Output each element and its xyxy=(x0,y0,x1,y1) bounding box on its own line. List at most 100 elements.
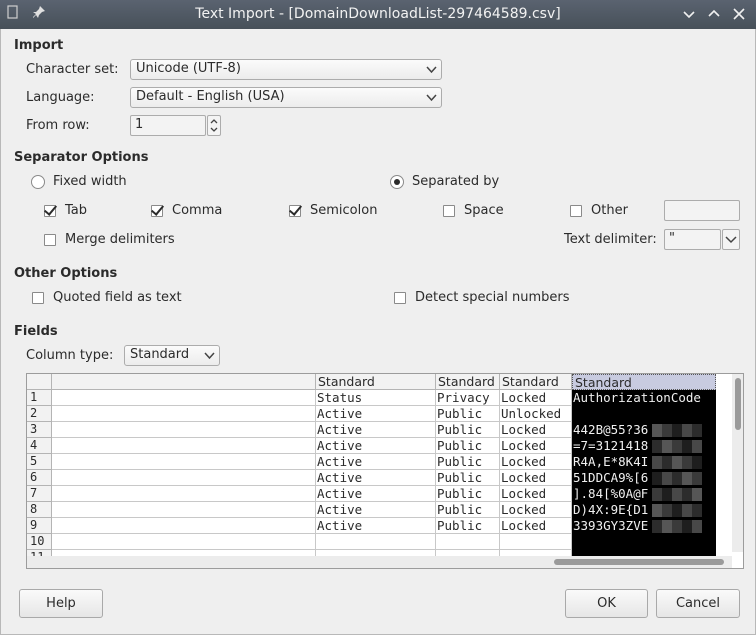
redaction-block xyxy=(662,520,672,533)
quoted-field-label: Quoted field as text xyxy=(53,290,182,305)
detect-special-checkbox[interactable] xyxy=(394,292,406,304)
table-cell: Locked xyxy=(500,518,572,534)
charset-label: Character set: xyxy=(26,62,119,77)
window-title: Text Import - [DomainDownloadList-297464… xyxy=(195,6,561,22)
table-cell: Locked xyxy=(500,454,572,470)
chevron-down-icon xyxy=(725,236,737,244)
table-cell: Active xyxy=(316,406,436,422)
table-cell: Locked xyxy=(500,390,572,406)
fixed-width-radio[interactable] xyxy=(31,175,45,189)
from-row-label: From row: xyxy=(26,118,90,133)
horizontal-scroll-thumb[interactable] xyxy=(554,559,724,565)
column-header[interactable]: Standard xyxy=(572,374,716,390)
redaction-block xyxy=(652,504,662,517)
table-cell xyxy=(52,534,316,550)
column-header[interactable]: Standard xyxy=(316,374,436,390)
table-cell xyxy=(500,534,572,550)
table-cell: Public xyxy=(436,486,500,502)
separated-by-radio[interactable] xyxy=(390,175,404,189)
redaction-block xyxy=(692,504,702,517)
help-button[interactable]: Help xyxy=(19,589,103,618)
redaction-block xyxy=(692,440,702,453)
table-cell: Active xyxy=(316,470,436,486)
redaction-block xyxy=(662,456,672,469)
row-number: 9 xyxy=(27,518,52,534)
table-cell: Public xyxy=(436,422,500,438)
quoted-field-checkbox[interactable] xyxy=(32,292,44,304)
text-delimiter-dropdown[interactable] xyxy=(722,229,740,250)
from-row-stepper[interactable] xyxy=(207,115,221,136)
title-bar: Text Import - [DomainDownloadList-297464… xyxy=(0,0,756,29)
redaction-block xyxy=(672,504,682,517)
maximize-icon[interactable] xyxy=(704,4,724,24)
vertical-scroll-thumb[interactable] xyxy=(735,378,741,430)
row-number: 6 xyxy=(27,470,52,486)
close-icon[interactable] xyxy=(729,4,749,24)
redaction-block xyxy=(672,440,682,453)
merge-delimiters-checkbox[interactable] xyxy=(44,234,56,246)
table-cell xyxy=(52,406,316,422)
table-cell xyxy=(316,534,436,550)
redaction-block xyxy=(662,440,672,453)
space-label: Space xyxy=(464,203,504,218)
cancel-button[interactable]: Cancel xyxy=(656,589,740,618)
detect-special-label: Detect special numbers xyxy=(415,290,570,305)
table-cell xyxy=(52,470,316,486)
table-cell: Active xyxy=(316,438,436,454)
column-header[interactable]: Standard xyxy=(436,374,500,390)
separator-heading: Separator Options xyxy=(14,150,149,165)
redaction-block xyxy=(652,456,662,469)
table-cell xyxy=(572,534,716,550)
table-cell: Public xyxy=(436,454,500,470)
redaction-block xyxy=(672,472,682,485)
table-cell: Public xyxy=(436,438,500,454)
table-cell: Active xyxy=(316,422,436,438)
row-number: 4 xyxy=(27,438,52,454)
charset-value: Unicode (UTF-8) xyxy=(136,61,241,76)
from-row-input[interactable]: 1 xyxy=(130,115,206,136)
table-cell: Locked xyxy=(500,470,572,486)
preview-grid[interactable]: Standard Standard Standard Standard 1 Status P… xyxy=(26,373,744,569)
stepper-arrows-icon xyxy=(210,119,218,132)
column-header[interactable]: Standard xyxy=(500,374,572,390)
comma-checkbox[interactable] xyxy=(151,205,163,217)
charset-select[interactable]: Unicode (UTF-8) xyxy=(130,59,442,80)
table-cell: Status xyxy=(316,390,436,406)
redaction-block xyxy=(672,520,682,533)
language-value: Default - English (USA) xyxy=(136,89,285,104)
row-number: 5 xyxy=(27,454,52,470)
text-delimiter-input[interactable]: " xyxy=(664,229,721,250)
tab-label: Tab xyxy=(65,203,88,218)
column-type-select[interactable]: Standard xyxy=(124,345,220,366)
column-header[interactable] xyxy=(52,374,316,390)
row-number: 1 xyxy=(27,390,52,406)
space-checkbox[interactable] xyxy=(443,205,455,217)
table-cell xyxy=(52,390,316,406)
semicolon-checkbox[interactable] xyxy=(289,205,301,217)
redaction-block xyxy=(662,472,672,485)
minimize-icon[interactable] xyxy=(679,4,699,24)
tab-checkbox[interactable] xyxy=(44,205,56,217)
redaction-block xyxy=(652,488,662,501)
redaction-block xyxy=(672,488,682,501)
language-select[interactable]: Default - English (USA) xyxy=(130,87,442,108)
table-cell: Locked xyxy=(500,486,572,502)
grid-corner xyxy=(27,374,52,390)
fields-heading: Fields xyxy=(14,324,58,339)
table-cell xyxy=(52,486,316,502)
vertical-scrollbar[interactable] xyxy=(732,374,743,552)
table-cell: Privacy xyxy=(436,390,500,406)
ok-button[interactable]: OK xyxy=(565,589,648,618)
redaction-block xyxy=(682,488,692,501)
text-delimiter-label: Text delimiter: xyxy=(564,232,657,247)
table-cell: Locked xyxy=(500,438,572,454)
other-separator-input[interactable] xyxy=(664,200,740,221)
row-number: 10 xyxy=(27,534,52,550)
horizontal-scrollbar[interactable] xyxy=(27,556,732,568)
other-checkbox[interactable] xyxy=(570,205,582,217)
table-cell: Public xyxy=(436,502,500,518)
fixed-width-label: Fixed width xyxy=(53,174,127,189)
redaction-block xyxy=(662,424,672,437)
table-cell: Public xyxy=(436,518,500,534)
table-cell: Locked xyxy=(500,422,572,438)
